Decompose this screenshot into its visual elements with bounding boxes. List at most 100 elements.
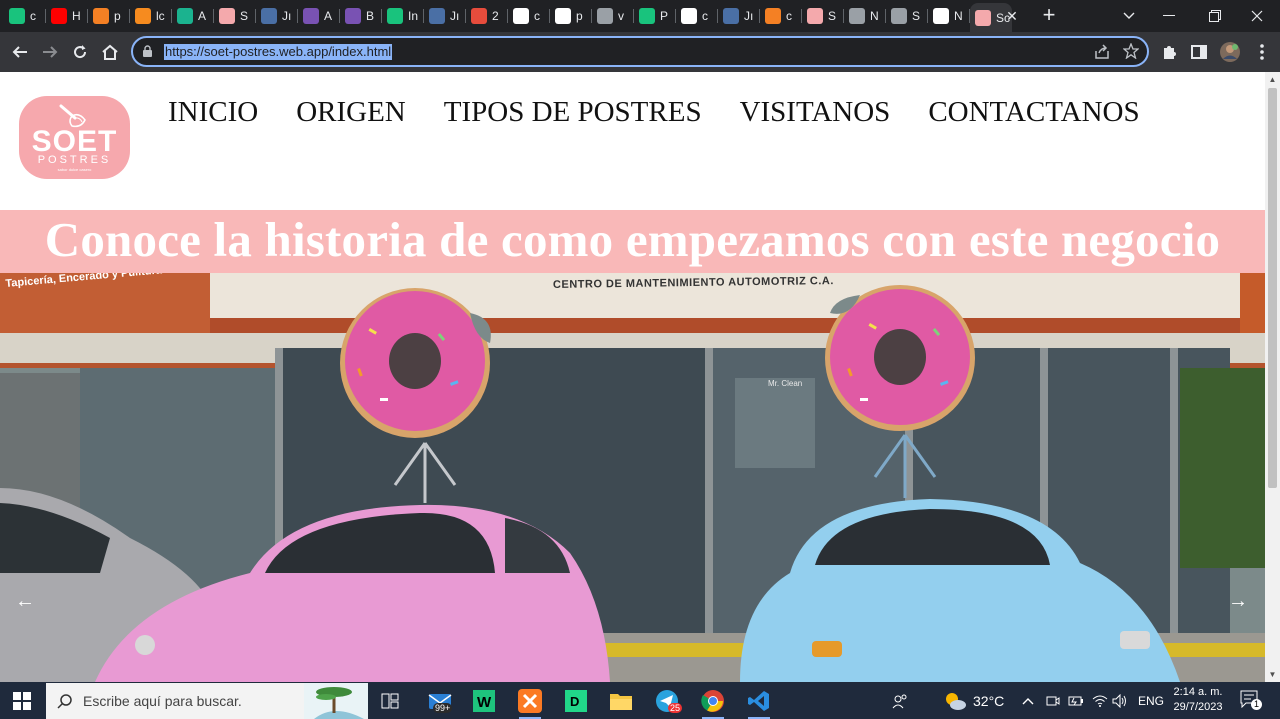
browser-tab[interactable]: c [760, 3, 802, 29]
browser-tab[interactable]: v [592, 3, 634, 29]
task-view-icon[interactable] [375, 686, 405, 716]
chrome-menu-icon[interactable] [1250, 40, 1274, 64]
taskbar-search-box[interactable]: Escribe aquí para buscar. [46, 683, 368, 719]
browser-tab[interactable]: Jı [424, 3, 466, 29]
tab-title: P [660, 9, 669, 23]
weather-sun-cloud-icon [946, 692, 966, 710]
battery-icon[interactable] [1068, 682, 1084, 719]
minimize-button[interactable] [1146, 0, 1192, 32]
telegram-badge: 25 [668, 703, 683, 713]
window-label-text: Mr. Clean [768, 379, 803, 388]
globe-icon [891, 8, 907, 24]
mail-app-icon[interactable]: 99+ [425, 686, 455, 716]
tab-title: Jı [282, 9, 292, 23]
vscode-app-icon[interactable] [744, 686, 774, 719]
nav-visitanos[interactable]: VISITANOS [740, 94, 891, 130]
carousel-next-button[interactable]: → [1226, 589, 1250, 613]
people-icon[interactable] [892, 682, 908, 719]
nav-contactanos[interactable]: CONTACTANOS [928, 94, 1139, 130]
telegram-app-icon[interactable]: 25 [652, 686, 683, 716]
browser-tab[interactable]: 2 [466, 3, 508, 29]
logo-sub-text: POSTRES [37, 154, 112, 166]
carousel-prev-button[interactable]: ← [13, 589, 37, 613]
jupyter-icon [261, 8, 277, 24]
browser-tab[interactable]: p [88, 3, 130, 29]
browser-tab[interactable]: N [928, 3, 970, 29]
browser-toolbar: https://soet-postres.web.app/index.html [0, 32, 1280, 72]
browser-tab[interactable]: A [298, 3, 340, 29]
globe-icon [597, 8, 613, 24]
side-panel-icon[interactable] [1187, 40, 1211, 64]
file-explorer-icon[interactable] [606, 686, 636, 716]
browser-tab[interactable]: p [550, 3, 592, 29]
browser-tab[interactable]: c [508, 3, 550, 29]
svg-text:W: W [477, 694, 492, 711]
browser-tab[interactable]: A [172, 3, 214, 29]
browser-tab[interactable]: Jı [718, 3, 760, 29]
xampp-app-icon[interactable] [515, 686, 545, 719]
url-text[interactable]: https://soet-postres.web.app/index.html [164, 44, 393, 60]
new-tab-button[interactable]: + [1038, 3, 1060, 27]
browser-tab[interactable]: c [4, 3, 46, 29]
wifi-icon[interactable] [1092, 682, 1108, 719]
back-arrow-icon[interactable] [8, 40, 32, 64]
close-window-button[interactable] [1234, 0, 1280, 32]
show-hidden-icons-chevron-icon[interactable] [1022, 682, 1034, 719]
browser-tab[interactable]: S [214, 3, 256, 29]
browser-tab[interactable]: c [676, 3, 718, 29]
chrome-app-icon[interactable] [698, 686, 728, 719]
nav-inicio[interactable]: INICIO [168, 94, 258, 130]
svg-text:D: D [570, 694, 579, 709]
scrollbar-thumb[interactable] [1268, 88, 1277, 488]
chatgpt-icon [387, 8, 403, 24]
close-tab-icon[interactable]: ✕ [1002, 6, 1022, 26]
browser-tab[interactable]: B [340, 3, 382, 29]
meet-now-icon[interactable] [1046, 682, 1060, 719]
system-clock[interactable]: 2:14 a. m. 29/7/2023 [1160, 685, 1236, 715]
notification-center-icon[interactable]: 1 [1240, 690, 1262, 710]
windows-start-button[interactable] [0, 682, 44, 719]
browser-tab[interactable]: H [46, 3, 88, 29]
browser-tab[interactable]: P [634, 3, 676, 29]
browser-tab[interactable]: Jı [256, 3, 298, 29]
extensions-puzzle-icon[interactable] [1157, 40, 1181, 64]
volume-icon[interactable] [1112, 682, 1128, 719]
chatgpt-icon [9, 8, 25, 24]
windows-taskbar: Escribe aquí para buscar. 99+ W D 25 32°… [0, 682, 1280, 719]
reload-icon[interactable] [68, 40, 92, 64]
scroll-up-arrow-icon[interactable]: ▲ [1268, 75, 1277, 84]
webstorm-app-icon[interactable]: W [469, 686, 499, 716]
google-icon [681, 8, 697, 24]
bookmark-star-icon[interactable] [1122, 42, 1140, 64]
home-icon[interactable] [98, 40, 122, 64]
soet-logo[interactable]: SOET POSTRES sabor dulce casero [19, 96, 130, 179]
scroll-down-arrow-icon[interactable]: ▼ [1268, 670, 1277, 679]
profile-avatar[interactable] [1218, 40, 1242, 64]
forward-arrow-icon[interactable] [38, 40, 62, 64]
page-scrollbar[interactable]: ▲ ▼ [1265, 72, 1280, 682]
browser-tab[interactable]: S [886, 3, 928, 29]
browser-tab[interactable]: In [382, 3, 424, 29]
browser-tab[interactable]: N [844, 3, 886, 29]
search-placeholder: Escribe aquí para buscar. [83, 693, 242, 709]
browser-tab[interactable]: lc [130, 3, 172, 29]
soet-icon [219, 8, 235, 24]
logo-tagline: sabor dulce casero [57, 167, 92, 172]
youtube-icon [51, 8, 67, 24]
jupyter-icon [723, 8, 739, 24]
browser-tab[interactable]: S [802, 3, 844, 29]
restore-button[interactable] [1192, 0, 1238, 32]
nav-tipos-de-postres[interactable]: TIPOS DE POSTRES [444, 94, 702, 130]
tab-title: In [408, 9, 419, 23]
lock-icon[interactable] [142, 45, 153, 63]
tab-title: lc [156, 9, 165, 23]
address-bar[interactable]: https://soet-postres.web.app/index.html [131, 36, 1149, 67]
weather-widget[interactable]: 32°C [943, 682, 1004, 719]
hero-title-band: Conoce la historia de como empezamos con… [0, 210, 1265, 273]
tab-title: c [786, 9, 792, 23]
dataspell-app-icon[interactable]: D [561, 686, 591, 716]
google-icon [513, 8, 529, 24]
share-icon[interactable] [1094, 44, 1110, 65]
nav-origen[interactable]: ORIGEN [296, 94, 406, 130]
globe-icon [849, 8, 865, 24]
